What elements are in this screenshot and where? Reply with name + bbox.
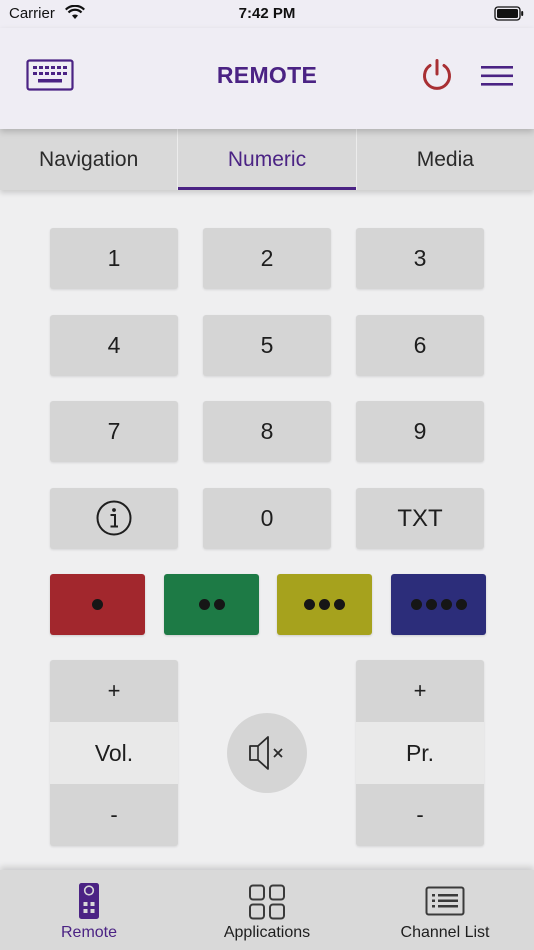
battery-icon bbox=[494, 6, 524, 25]
power-button[interactable] bbox=[420, 58, 454, 97]
status-bar: Carrier 7:42 PM bbox=[0, 0, 534, 28]
mute-button[interactable] bbox=[227, 713, 307, 793]
key-2-button[interactable]: 2 bbox=[203, 228, 331, 289]
teletext-button[interactable]: TXT bbox=[356, 488, 484, 549]
blue-key-button[interactable] bbox=[391, 574, 486, 635]
dot bbox=[410, 599, 422, 610]
bottom-tab-applications-label: Applications bbox=[223, 924, 311, 941]
bottom-tab-remote[interactable]: Remote bbox=[0, 870, 178, 950]
status-time: 7:42 PM bbox=[238, 5, 296, 22]
dot bbox=[334, 599, 345, 610]
yellow-key-button[interactable] bbox=[277, 574, 372, 635]
green-key-button[interactable] bbox=[164, 574, 259, 635]
key-7-button[interactable]: 7 bbox=[50, 401, 178, 462]
hamburger-menu-icon bbox=[481, 66, 513, 86]
program-label: Pr. bbox=[356, 722, 484, 784]
bottom-tab-channel-list[interactable]: Channel List bbox=[356, 870, 534, 950]
tab-numeric[interactable]: Numeric bbox=[178, 129, 357, 190]
dot bbox=[198, 599, 210, 610]
apps-grid-icon bbox=[249, 884, 285, 920]
remote-mode-tabs: Navigation Numeric Media bbox=[0, 129, 534, 190]
remote-icon bbox=[79, 883, 99, 919]
key-1-button[interactable]: 1 bbox=[50, 228, 178, 289]
dot bbox=[455, 599, 467, 610]
menu-button[interactable] bbox=[481, 65, 513, 92]
program-down-button[interactable]: - bbox=[356, 784, 484, 846]
info-button[interactable] bbox=[50, 488, 178, 549]
red-key-button[interactable] bbox=[50, 574, 145, 635]
volume-up-button[interactable]: + bbox=[50, 660, 178, 722]
info-icon bbox=[96, 500, 132, 536]
bottom-tab-bar: Remote Applications Channel List bbox=[0, 870, 534, 950]
key-3-button[interactable]: 3 bbox=[356, 228, 484, 289]
dot bbox=[304, 599, 315, 610]
bottom-tab-channel-list-label: Channel List bbox=[400, 924, 490, 941]
dot bbox=[440, 599, 452, 610]
mute-icon bbox=[249, 736, 283, 770]
key-5-button[interactable]: 5 bbox=[203, 315, 331, 376]
bottom-tab-remote-label: Remote bbox=[60, 924, 118, 941]
volume-label: Vol. bbox=[50, 722, 178, 784]
channel-list-icon bbox=[425, 886, 465, 916]
app-header: REMOTE bbox=[0, 28, 534, 129]
key-9-button[interactable]: 9 bbox=[356, 401, 484, 462]
key-4-button[interactable]: 4 bbox=[50, 315, 178, 376]
dot bbox=[319, 599, 330, 610]
volume-down-button[interactable]: - bbox=[50, 784, 178, 846]
key-0-button[interactable]: 0 bbox=[203, 488, 331, 549]
key-6-button[interactable]: 6 bbox=[356, 315, 484, 376]
tab-media[interactable]: Media bbox=[357, 129, 534, 190]
bottom-tab-applications[interactable]: Applications bbox=[178, 870, 356, 950]
volume-rocker: + Vol. - bbox=[50, 660, 178, 846]
program-rocker: + Pr. - bbox=[356, 660, 484, 846]
program-up-button[interactable]: + bbox=[356, 660, 484, 722]
dot bbox=[425, 599, 437, 610]
key-8-button[interactable]: 8 bbox=[203, 401, 331, 462]
dot bbox=[213, 599, 225, 610]
dot bbox=[92, 599, 103, 610]
power-icon bbox=[423, 59, 451, 90]
tab-navigation[interactable]: Navigation bbox=[0, 129, 179, 190]
